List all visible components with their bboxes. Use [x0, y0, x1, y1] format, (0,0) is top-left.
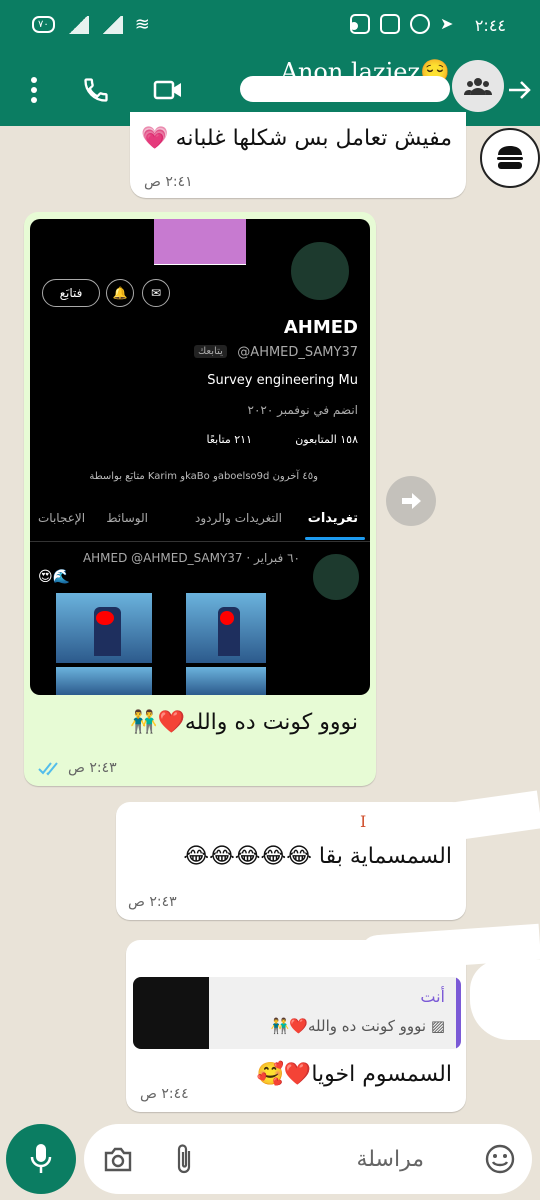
- camera-button[interactable]: [100, 1141, 136, 1177]
- tab-underline: [305, 537, 365, 540]
- smiley-icon: [485, 1144, 515, 1174]
- cursor-marker: I: [360, 812, 367, 831]
- followers-count: ١٥٨ المتابعون: [295, 433, 358, 446]
- profile-bio: Survey engineering Mu: [207, 373, 358, 388]
- floating-menu-button[interactable]: [480, 128, 540, 188]
- tweet-photo: [56, 593, 152, 663]
- voice-message-button[interactable]: [6, 1124, 76, 1194]
- message-composer: [84, 1124, 532, 1194]
- tweet-header: AHMED @AHMED_SAMY37 · ٦٠ فبراير: [82, 551, 300, 565]
- microphone-icon: [30, 1144, 52, 1173]
- followed-by: متابَع بواسطة Karim وkaBo وaboelso9d و٤٥…: [89, 471, 318, 482]
- signal-icon-2: [100, 15, 123, 34]
- tweet-text: 😍🌊: [38, 569, 71, 585]
- tab-likes: الإعجابات: [38, 511, 86, 525]
- forward-button[interactable]: [386, 476, 436, 526]
- more-vert-icon: [31, 77, 37, 103]
- tweet-avatar: [310, 551, 362, 603]
- attach-button[interactable]: [166, 1141, 202, 1177]
- message-time: ٢:٤٣ ص: [128, 894, 177, 910]
- group-avatar[interactable]: [452, 60, 504, 112]
- status-dot: [350, 22, 358, 30]
- joined-date: انضم في نوفمبر ٢٠٢٠: [247, 403, 358, 417]
- tab-divider: [30, 541, 370, 542]
- quote-author: أنت: [420, 987, 445, 1006]
- message-text: مفيش تعامل بس شكلها غلبانه 💗: [141, 126, 452, 151]
- status-time: ٢:٤٤: [474, 16, 506, 35]
- profile-name: AHMED: [283, 317, 358, 338]
- profile-banner: [154, 219, 246, 265]
- more-menu-button[interactable]: [16, 72, 52, 108]
- quoted-message[interactable]: أنت ▨ نووو كونت ده والله❤️👬: [133, 977, 461, 1049]
- battery-icon: ٧٠: [32, 16, 55, 33]
- message-text: السمسماية بقا 😂😂😂😂😂: [183, 844, 452, 869]
- tweet-photo: [56, 667, 152, 695]
- video-call-button[interactable]: [150, 72, 186, 108]
- message-caption: نووو كونت ده والله❤️👬: [130, 710, 358, 735]
- tab-media: الوسائط: [106, 511, 148, 525]
- camera-icon: [104, 1147, 132, 1172]
- quote-accent-bar: [456, 977, 461, 1049]
- voice-call-button[interactable]: [78, 72, 114, 108]
- status-bar: ٧٠ ≋ ➤ ٢:٤٤: [0, 0, 540, 54]
- tweet-photo: [186, 593, 266, 663]
- wifi-icon: ≋: [134, 14, 150, 35]
- group-icon: [464, 78, 492, 95]
- image-icon: ▨: [426, 1017, 445, 1035]
- following-count: ٢١١ متابعًا: [206, 433, 252, 446]
- notification-icons: ➤: [350, 14, 460, 34]
- message-time: ٢:٤٤ ص: [140, 1086, 189, 1102]
- forward-icon: [402, 493, 421, 509]
- telegram-icon: ➤: [440, 14, 454, 33]
- paperclip-icon: [177, 1144, 191, 1174]
- tab-tweets: تغريدات: [307, 511, 358, 526]
- back-button[interactable]: [502, 72, 538, 108]
- follow-button: فتابَع: [42, 279, 100, 307]
- bell-icon: 🔔: [106, 279, 134, 307]
- message-time: ٢:٤٣ ص: [68, 760, 117, 776]
- mail-icon: ✉: [142, 279, 170, 307]
- tweet-photo: [186, 667, 266, 695]
- message-time: ٢:٤١ ص: [144, 174, 193, 190]
- phone-icon: [84, 78, 108, 102]
- video-camera-icon: [153, 80, 181, 100]
- follows-you-badge: يتابعك: [194, 345, 227, 358]
- message-text: السمسوم اخويا❤️🥰: [256, 1062, 452, 1087]
- scribble-overlay: [470, 960, 540, 1040]
- arrow-right-icon: [509, 81, 531, 99]
- signal-icon: [66, 15, 89, 34]
- whatsapp-icon: [410, 14, 430, 34]
- tab-replies: التغريدات والردود: [195, 511, 282, 525]
- burger-icon: [497, 146, 523, 169]
- quoted-thumbnail: [133, 977, 209, 1049]
- scribble-overlay: [427, 790, 540, 844]
- emoji-button[interactable]: [482, 1141, 518, 1177]
- profile-handle: @AHMED_SAMY37: [237, 345, 358, 360]
- message-bubble[interactable]: مفيش تعامل بس شكلها غلبانه 💗 ٢:٤١ ص: [130, 112, 466, 198]
- profile-picture: [288, 239, 352, 303]
- facebook-icon: [380, 14, 400, 34]
- double-check-icon: [38, 762, 58, 776]
- quote-text: ▨ نووو كونت ده والله❤️👬: [271, 1017, 445, 1035]
- status-left: ٧٠ ≋: [32, 14, 150, 35]
- twitter-profile-screenshot[interactable]: فتابَع 🔔 ✉ AHMED @AHMED_SAMY37 يتابعك Su…: [30, 219, 370, 695]
- redaction-mark: [240, 76, 450, 102]
- message-bubble[interactable]: I السمسماية بقا 😂😂😂😂😂 ٢:٤٣ ص: [116, 802, 466, 920]
- message-input[interactable]: [244, 1142, 424, 1176]
- quote-text-value: نووو كونت ده والله❤️👬: [270, 1017, 427, 1035]
